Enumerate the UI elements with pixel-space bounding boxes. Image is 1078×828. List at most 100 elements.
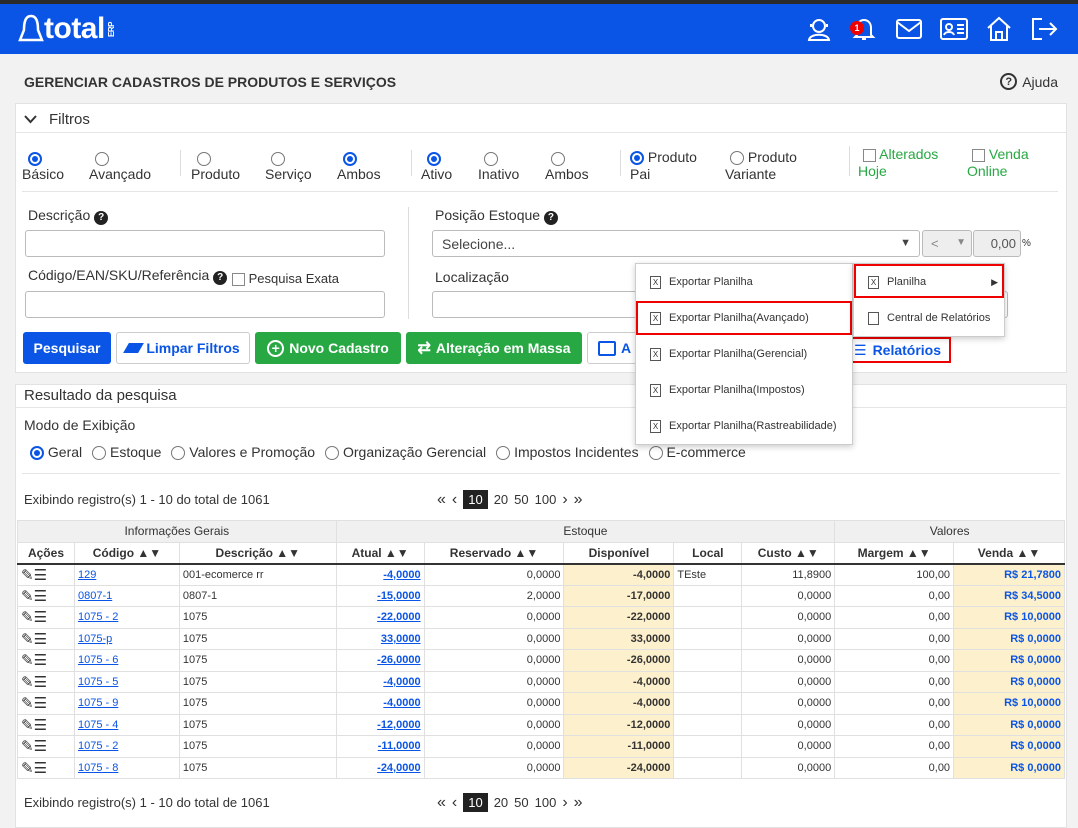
radio-inativo[interactable]: Inativo: [478, 150, 519, 182]
pencil-icon[interactable]: ✎: [21, 609, 34, 626]
cell-codigo[interactable]: 129: [73, 563, 180, 586]
menu-lines-icon[interactable]: ☰: [34, 695, 47, 712]
mode-estoque[interactable]: Estoque: [92, 444, 161, 461]
limpar-filtros-button[interactable]: Limpar Filtros: [116, 332, 250, 364]
chevron-double-left-icon[interactable]: «: [437, 491, 446, 509]
col-venda[interactable]: Venda ▲▼: [953, 541, 1065, 564]
pencil-icon[interactable]: ✎: [21, 674, 34, 691]
cell-atual[interactable]: -4,0000: [335, 670, 425, 693]
menu-lines-icon[interactable]: ☰: [34, 717, 47, 734]
cell-codigo[interactable]: 1075 - 5: [73, 670, 180, 693]
menu-lines-icon[interactable]: ☰: [34, 631, 47, 648]
cell-atual[interactable]: -4,0000: [335, 563, 425, 586]
cell-atual[interactable]: -4,0000: [335, 692, 425, 715]
cell-codigo[interactable]: 1075 - 2: [73, 735, 180, 758]
cell-codigo[interactable]: 1075-p: [73, 627, 180, 650]
pesquisar-button[interactable]: Pesquisar: [23, 332, 111, 364]
radio-avancado[interactable]: Avançado: [89, 150, 151, 182]
col-custo[interactable]: Custo ▲▼: [741, 541, 836, 564]
posicao-select[interactable]: Selecione... ▼: [432, 230, 920, 257]
cell-codigo[interactable]: 1075 - 4: [73, 713, 180, 736]
check-alterados-hoje[interactable]: Alterados Hoje: [858, 146, 938, 180]
radio-produto[interactable]: Produto: [191, 150, 240, 182]
radio-produto-pai[interactable]: Produto Pai: [630, 149, 697, 183]
page-size-20[interactable]: 20: [494, 795, 508, 810]
pencil-icon[interactable]: ✎: [21, 695, 34, 712]
col-codigo[interactable]: Código ▲▼: [73, 541, 180, 564]
chevron-left-icon[interactable]: ‹: [452, 491, 457, 509]
cell-atual[interactable]: -24,0000: [335, 756, 425, 779]
pencil-icon[interactable]: ✎: [21, 567, 34, 584]
novo-cadastro-button[interactable]: + Novo Cadastro: [255, 332, 401, 364]
cell-atual[interactable]: -22,0000: [335, 606, 425, 629]
menu-lines-icon[interactable]: ☰: [34, 674, 47, 691]
mode-impostos[interactable]: Impostos Incidentes: [496, 444, 639, 461]
pencil-icon[interactable]: ✎: [21, 631, 34, 648]
cell-codigo[interactable]: 1075 - 6: [73, 649, 180, 672]
menu-lines-icon[interactable]: ☰: [34, 588, 47, 605]
radio-produto-variante[interactable]: Produto Variante: [725, 149, 797, 183]
pesquisa-exata-checkbox[interactable]: Pesquisa Exata: [232, 271, 339, 287]
menu-item-exportar-impostos[interactable]: X Exportar Planilha(Impostos): [636, 372, 852, 408]
pencil-icon[interactable]: ✎: [21, 588, 34, 605]
menu-lines-icon[interactable]: ☰: [34, 567, 47, 584]
descricao-input[interactable]: [25, 230, 385, 257]
pencil-icon[interactable]: ✎: [21, 760, 34, 777]
col-reservado[interactable]: Reservado ▲▼: [423, 541, 565, 564]
chevron-right-icon[interactable]: ›: [562, 794, 567, 812]
support-icon[interactable]: [803, 13, 835, 45]
help-link[interactable]: ? Ajuda: [1000, 73, 1058, 90]
menu-lines-icon[interactable]: ☰: [34, 760, 47, 777]
page-size-20[interactable]: 20: [494, 492, 508, 507]
chevron-right-icon[interactable]: ›: [562, 491, 567, 509]
cell-atual[interactable]: -12,0000: [335, 713, 425, 736]
logo[interactable]: total ERP: [18, 12, 116, 46]
col-margem[interactable]: Margem ▲▼: [834, 541, 955, 564]
profile-card-icon[interactable]: [938, 13, 970, 45]
page-size-100[interactable]: 100: [535, 492, 557, 507]
cell-codigo[interactable]: 0807-1: [73, 584, 180, 607]
page-size-100[interactable]: 100: [535, 795, 557, 810]
alteracao-massa-button[interactable]: ⇄ Alteração em Massa: [406, 332, 582, 364]
col-atual[interactable]: Atual ▲▼: [335, 541, 425, 564]
chevron-double-left-icon[interactable]: «: [437, 794, 446, 812]
submenu-central-relatorios[interactable]: Central de Relatórios: [854, 300, 1004, 336]
col-descricao[interactable]: Descrição ▲▼: [178, 541, 337, 564]
chevron-double-right-icon[interactable]: »: [574, 491, 583, 509]
cell-atual[interactable]: -11,0000: [335, 735, 425, 758]
cell-codigo[interactable]: 1075 - 9: [73, 692, 180, 715]
cell-atual[interactable]: -26,0000: [335, 649, 425, 672]
cell-codigo[interactable]: 1075 - 8: [73, 756, 180, 779]
notification-bell-icon[interactable]: 1: [848, 13, 880, 45]
logout-icon[interactable]: [1028, 13, 1060, 45]
menu-item-exportar-rastreabilidade[interactable]: X Exportar Planilha(Rastreabilidade): [636, 408, 852, 444]
filters-toggle[interactable]: Filtros: [24, 111, 90, 128]
chevron-double-right-icon[interactable]: »: [574, 794, 583, 812]
mode-valores[interactable]: Valores e Promoção: [171, 444, 315, 461]
page-size-50[interactable]: 50: [514, 492, 528, 507]
cell-codigo[interactable]: 1075 - 2: [73, 606, 180, 629]
mail-icon[interactable]: [893, 13, 925, 45]
radio-ambos-tipo[interactable]: Ambos: [337, 150, 381, 182]
page-size-10[interactable]: 10: [463, 490, 488, 509]
page-size-10[interactable]: 10: [463, 793, 488, 812]
menu-lines-icon[interactable]: ☰: [34, 609, 47, 626]
radio-basico[interactable]: Básico: [22, 150, 64, 182]
radio-ativo[interactable]: Ativo: [421, 150, 452, 182]
pencil-icon[interactable]: ✎: [21, 738, 34, 755]
mode-geral[interactable]: Geral: [30, 444, 82, 461]
pencil-icon[interactable]: ✎: [21, 717, 34, 734]
home-icon[interactable]: [983, 13, 1015, 45]
radio-ambos-status[interactable]: Ambos: [545, 150, 589, 182]
mode-organizacao[interactable]: Organização Gerencial: [325, 444, 486, 461]
page-size-50[interactable]: 50: [514, 795, 528, 810]
pencil-icon[interactable]: ✎: [21, 652, 34, 669]
radio-servico[interactable]: Serviço: [265, 150, 312, 182]
check-venda-online[interactable]: Venda Online: [967, 146, 1029, 180]
menu-item-exportar-gerencial[interactable]: X Exportar Planilha(Gerencial): [636, 336, 852, 372]
a-button[interactable]: A: [587, 332, 637, 364]
mode-ecommerce[interactable]: E-commerce: [648, 444, 746, 461]
menu-lines-icon[interactable]: ☰: [34, 652, 47, 669]
quantity-input[interactable]: 0,00: [973, 230, 1021, 257]
compare-select[interactable]: < ▼: [922, 230, 972, 257]
